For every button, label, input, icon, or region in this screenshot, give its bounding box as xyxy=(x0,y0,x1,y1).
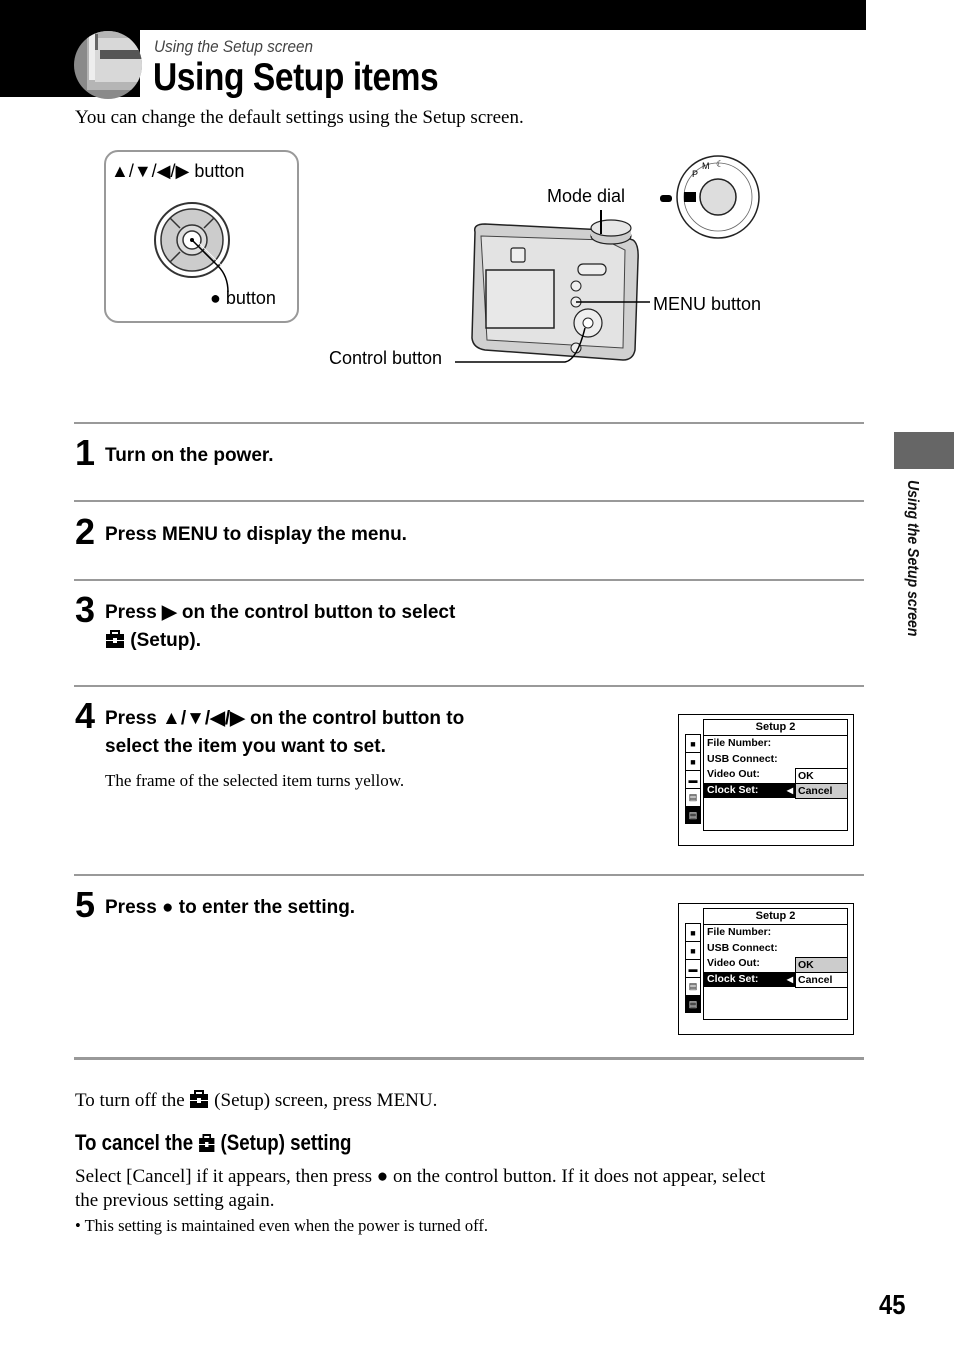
option-ok[interactable]: OK xyxy=(795,957,848,973)
setup-2-icon: ▤ xyxy=(685,995,701,1013)
camera-1-icon: ■ xyxy=(685,734,701,752)
side-tab-marker xyxy=(894,432,954,469)
menu-item-selected[interactable]: Clock Set: ◀ xyxy=(704,782,795,798)
step-number: 2 xyxy=(75,511,96,552)
step-text: Press ● to enter the setting. xyxy=(105,897,356,918)
step-divider xyxy=(74,685,864,687)
memory-stick-icon: ▬ xyxy=(685,959,701,977)
option-cancel[interactable]: Cancel xyxy=(795,783,848,799)
step-number: 5 xyxy=(75,884,96,925)
lcd-screen: ■ ■ ▬ ▤ ▤ Setup 2 File Number: USB Conne… xyxy=(678,714,854,846)
option-list: OK Cancel xyxy=(795,768,848,799)
svg-text:M: M xyxy=(702,161,710,171)
mode-dial-icon: P M ☾ xyxy=(660,155,760,239)
page-title: Using Setup items xyxy=(153,56,439,99)
camera-2-icon: ■ xyxy=(685,941,701,959)
menu-item[interactable]: File Number: xyxy=(704,925,847,941)
option-list: OK Cancel xyxy=(795,957,848,988)
setup-toolbox-icon xyxy=(105,629,125,649)
setup-2-icon: ▤ xyxy=(685,806,701,824)
intro-text: You can change the default settings usin… xyxy=(75,107,524,128)
menu-button-label: MENU button xyxy=(653,294,762,314)
lcd-title: Setup 2 xyxy=(704,720,847,736)
setup-toolbox-icon xyxy=(189,1089,209,1109)
lcd-screen: ■ ■ ▬ ▤ ▤ Setup 2 File Number: USB Conne… xyxy=(678,903,854,1035)
arrows-button-label: ▲/▼/◀/▶ button xyxy=(111,161,245,181)
menu-item-selected[interactable]: Clock Set: ◀ xyxy=(704,971,795,987)
section-divider xyxy=(74,1057,864,1060)
step-divider xyxy=(74,579,864,581)
camera-illustration xyxy=(455,210,650,363)
control-button-label: Control button xyxy=(329,348,443,368)
step-text: Press ▲/▼/◀/▶ on the control button to s… xyxy=(105,708,465,757)
turn-off-text: To turn off the (Setup) screen, press ME… xyxy=(75,1089,438,1111)
lcd-menu-panel: Setup 2 File Number: USB Connect: Video … xyxy=(703,908,848,1020)
side-tab-label: Using the Setup screen xyxy=(904,480,921,637)
lcd-title: Setup 2 xyxy=(704,909,847,925)
camera-1-icon: ■ xyxy=(685,923,701,941)
menu-item[interactable]: USB Connect: xyxy=(704,941,847,957)
menu-item[interactable]: File Number: xyxy=(704,736,847,752)
step-divider xyxy=(74,422,864,424)
center-button-icon: ● xyxy=(210,288,221,308)
step-number: 1 xyxy=(75,432,96,473)
menu-item[interactable]: USB Connect: xyxy=(704,752,847,768)
setup-1-icon: ▤ xyxy=(685,977,701,995)
cancel-heading: To cancel the (Setup) setting xyxy=(75,1130,352,1155)
step-note: The frame of the selected item turns yel… xyxy=(105,771,405,790)
control-pad-icon xyxy=(154,202,231,293)
setup-toolbox-icon xyxy=(198,1133,215,1153)
step-text: Turn on the power. xyxy=(105,445,274,466)
section-subtitle: Using the Setup screen xyxy=(154,37,314,56)
mode-dial-label: Mode dial xyxy=(547,186,626,206)
svg-text:☾: ☾ xyxy=(716,159,724,169)
left-arrow-icon: ◀ xyxy=(786,785,793,795)
cancel-body: Select [Cancel] if it appears, then pres… xyxy=(75,1166,766,1211)
option-cancel[interactable]: Cancel xyxy=(795,972,848,988)
step-text: Press MENU to display the menu. xyxy=(105,524,407,545)
setup-1-icon: ▤ xyxy=(685,788,701,806)
chapter-icon xyxy=(74,31,142,99)
option-ok[interactable]: OK xyxy=(795,768,848,784)
step-divider xyxy=(74,500,864,502)
lcd-side-icons: ■ ■ ▬ ▤ ▤ xyxy=(685,923,701,1016)
camera-2-icon: ■ xyxy=(685,752,701,770)
step-text: Press ▶ on the control button to select … xyxy=(105,602,456,651)
page-number: 45 xyxy=(879,1289,906,1320)
lcd-menu-panel: Setup 2 File Number: USB Connect: Video … xyxy=(703,719,848,831)
center-button-label: ● button xyxy=(210,288,276,308)
left-arrow-icon: ◀ xyxy=(786,974,793,984)
svg-text:P: P xyxy=(692,169,698,179)
step-number: 4 xyxy=(75,695,96,736)
step-number: 3 xyxy=(75,589,96,630)
lcd-side-icons: ■ ■ ▬ ▤ ▤ xyxy=(685,734,701,827)
memory-stick-icon: ▬ xyxy=(685,770,701,788)
step-divider xyxy=(74,874,864,876)
note-bullet: • This setting is maintained even when t… xyxy=(75,1216,488,1235)
